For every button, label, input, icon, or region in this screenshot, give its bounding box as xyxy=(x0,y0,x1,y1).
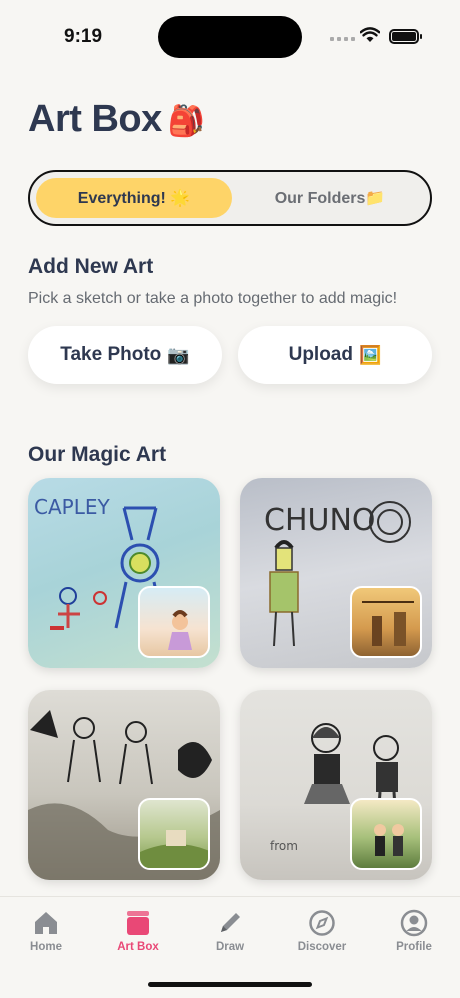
page-title: Art Box 🎒 xyxy=(28,98,205,141)
page-title-text: Art Box xyxy=(28,98,162,140)
person-icon xyxy=(400,909,428,937)
picture-icon: 🖼️ xyxy=(358,344,382,365)
svg-text:from: from xyxy=(270,839,298,853)
tab-profile-label: Profile xyxy=(396,941,432,953)
tab-home[interactable]: Home xyxy=(6,909,86,953)
tab-draw[interactable]: Draw xyxy=(190,909,270,953)
art-card[interactable]: from xyxy=(240,690,432,880)
status-bar: 9:19 xyxy=(0,0,460,70)
segment-our-folders[interactable]: Our Folders📁 xyxy=(234,178,426,218)
art-card[interactable]: CAPLEY xyxy=(28,478,220,668)
take-photo-label: Take Photo xyxy=(60,344,162,365)
upload-button[interactable]: Upload 🖼️ xyxy=(238,326,432,384)
home-icon xyxy=(35,912,57,934)
cellular-signal-icon xyxy=(330,37,355,41)
upload-label: Upload xyxy=(288,344,353,365)
magic-art-thumbnail xyxy=(350,798,422,870)
pencil-icon xyxy=(221,913,240,932)
take-photo-button[interactable]: Take Photo 📷 xyxy=(28,326,222,384)
tab-home-label: Home xyxy=(30,941,62,953)
camera-icon: 📷 xyxy=(167,344,190,365)
battery-tip xyxy=(420,34,422,39)
magic-art-thumbnail xyxy=(138,586,210,658)
add-new-art-subtitle: Pick a sketch or take a photo together t… xyxy=(28,290,398,307)
drawing-text: CHUNO xyxy=(264,503,376,538)
tab-art-box[interactable]: Art Box xyxy=(98,909,178,953)
wifi-icon xyxy=(360,27,380,42)
status-time: 9:19 xyxy=(64,26,103,47)
artbox-icon xyxy=(127,911,149,935)
dynamic-island xyxy=(158,16,302,58)
backpack-icon: 🎒 xyxy=(167,105,205,138)
tab-draw-label: Draw xyxy=(215,941,245,953)
magic-art-thumbnail xyxy=(138,798,210,870)
magic-art-thumbnail xyxy=(350,586,422,658)
home-indicator xyxy=(148,982,312,987)
segment-everything[interactable]: Everything! 🌟 xyxy=(36,178,232,218)
battery-icon xyxy=(389,29,419,44)
art-card[interactable]: CHUNO xyxy=(240,478,432,668)
art-card[interactable] xyxy=(28,690,220,880)
view-segmented-control: Everything! 🌟 Our Folders📁 xyxy=(28,170,432,226)
magic-art-heading: Our Magic Art xyxy=(28,443,167,466)
tab-discover-label: Discover xyxy=(297,941,347,953)
drawing-text: CAPLEY xyxy=(34,495,110,519)
tab-profile[interactable]: Profile xyxy=(374,909,454,953)
add-new-art-heading: Add New Art xyxy=(28,255,154,278)
compass-icon xyxy=(309,910,335,936)
tab-art-box-label: Art Box xyxy=(117,941,159,953)
tab-discover[interactable]: Discover xyxy=(282,909,362,953)
